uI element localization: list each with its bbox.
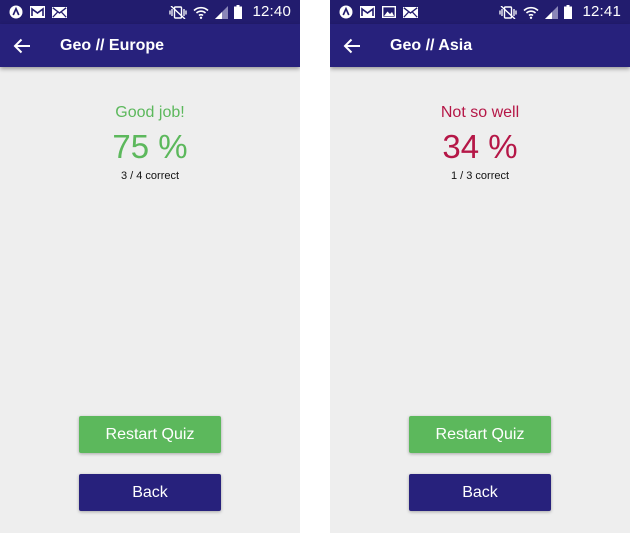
vibrate-icon <box>169 5 188 19</box>
mail-icon <box>52 6 67 18</box>
page-title: Geo // Europe <box>60 37 165 54</box>
result-score: 1 / 3 correct <box>450 170 510 182</box>
phone-screen-europe: 12:40 Geo // Europe Good job! 75 % 3 / 4… <box>0 0 300 533</box>
result-percent: 34 % <box>442 128 518 165</box>
status-bar: 12:41 <box>330 0 630 24</box>
app-bar: Geo // Asia <box>330 24 630 67</box>
wifi-icon <box>523 6 540 19</box>
battery-icon <box>564 5 573 19</box>
app-icon <box>339 5 353 19</box>
status-time: 12:41 <box>582 3 621 20</box>
result-verdict: Good job! <box>115 104 185 121</box>
status-bar: 12:40 <box>0 0 300 24</box>
phone-screen-asia: 12:41 Geo // Asia Not so well 34 % 1 / 3… <box>330 0 630 533</box>
gmail-icon <box>360 6 375 18</box>
arrow-back-icon[interactable] <box>13 37 31 55</box>
app-icon <box>9 5 23 19</box>
signal-icon <box>545 5 559 19</box>
gmail-icon <box>30 6 45 18</box>
page-title: Geo // Asia <box>390 37 473 54</box>
battery-icon <box>234 5 243 19</box>
restart-quiz-button[interactable]: Restart Quiz <box>79 416 221 453</box>
wifi-icon <box>193 6 210 19</box>
arrow-back-icon[interactable] <box>343 37 361 55</box>
system-icons: 12:40 <box>169 2 291 22</box>
system-icons: 12:41 <box>499 2 621 22</box>
app-bar: Geo // Europe <box>0 24 300 67</box>
mail-icon <box>403 6 418 18</box>
result-score: 3 / 4 correct <box>120 170 180 182</box>
back-button[interactable]: Back <box>409 474 551 511</box>
notification-icons <box>339 5 418 19</box>
notification-icons <box>9 5 67 19</box>
status-time: 12:40 <box>252 3 291 20</box>
restart-quiz-button[interactable]: Restart Quiz <box>409 416 551 453</box>
vibrate-icon <box>499 5 518 19</box>
image-icon <box>382 6 396 18</box>
signal-icon <box>215 5 229 19</box>
result-percent: 75 % <box>112 128 188 165</box>
result-verdict: Not so well <box>440 104 520 121</box>
back-button[interactable]: Back <box>79 474 221 511</box>
